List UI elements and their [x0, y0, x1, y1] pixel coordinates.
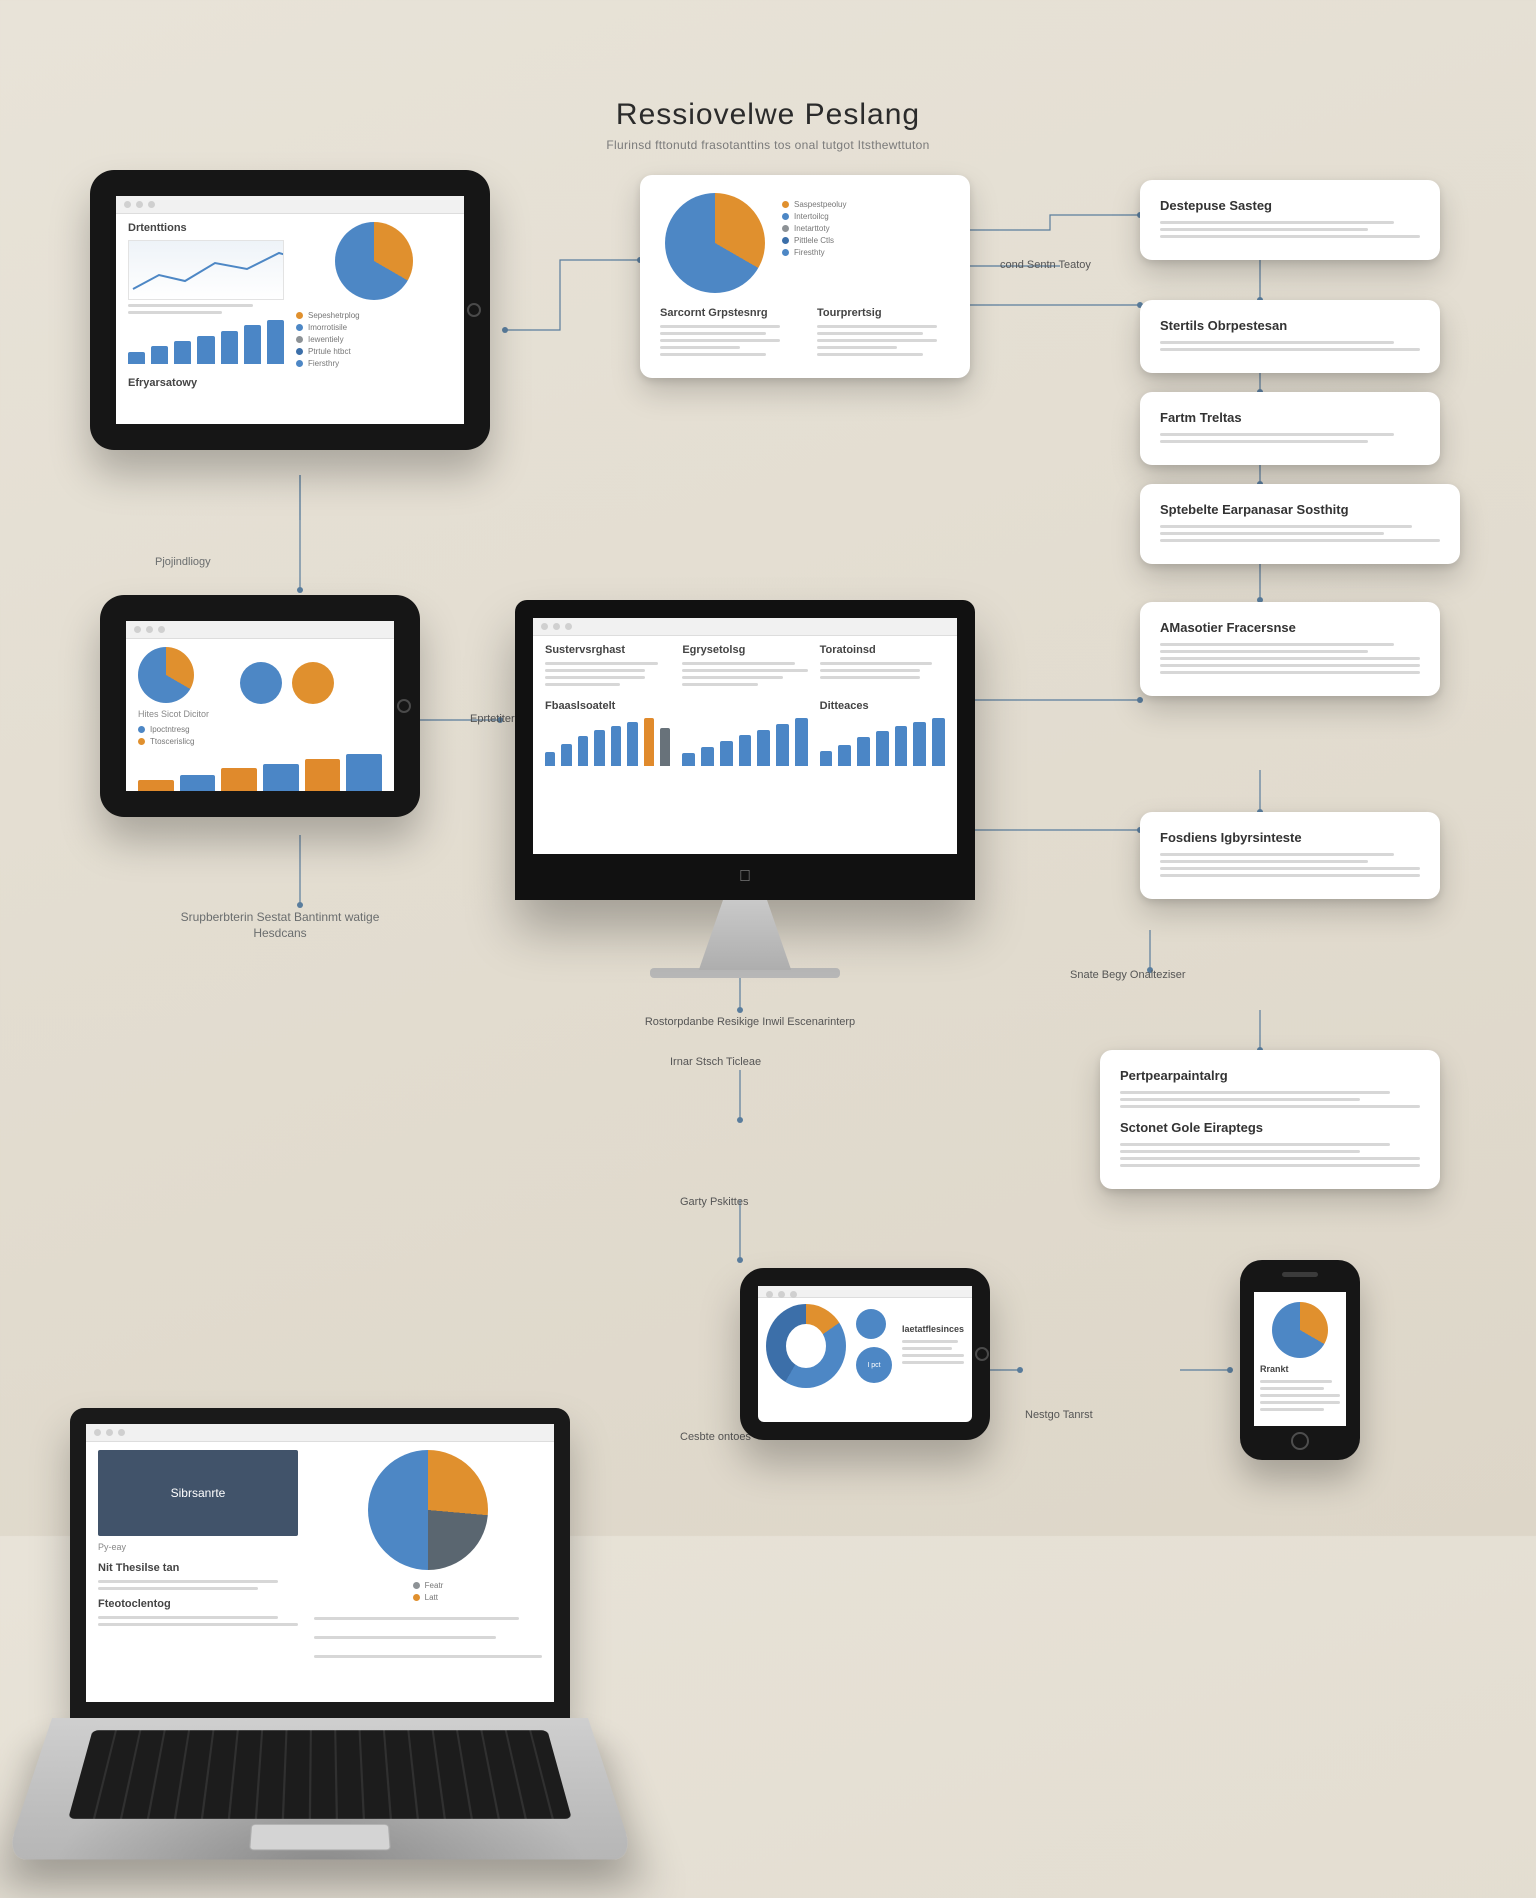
panel-title: Iaetatflesinces — [902, 1324, 964, 1334]
panel-title: Fbaaslsoatelt — [545, 700, 670, 712]
legend-item: Featr — [413, 1581, 444, 1590]
card-title: Fosdiens Igbyrsinteste — [1160, 830, 1420, 845]
legend-item: Imorrotisile — [296, 323, 360, 332]
dot-icon — [240, 662, 282, 704]
panel-title: Ditteaces — [820, 700, 945, 712]
callout-label: Snate Begy Onalteziser — [1070, 968, 1186, 982]
page-subtitle: Flurinsd fttonutd frasotanttins tos onal… — [0, 138, 1536, 152]
dot-icon — [856, 1309, 886, 1339]
dot-icon — [292, 662, 334, 704]
pie-icon — [665, 193, 765, 293]
legend-item: Inetarttoty — [782, 224, 846, 233]
device-imac: Sustervsrghast Egrysetolsg Toratoinsd Fb… — [515, 600, 975, 978]
page-header: Ressiovelwe Peslang Flurinsd fttonutd fr… — [0, 98, 1536, 152]
card-title: Destepuse Sasteg — [1160, 198, 1420, 213]
side-card: Destepuse Sasteg — [1140, 180, 1440, 260]
device-tablet-mid: Hites Sicot Dicitor Ipoctntresg Ttosceri… — [100, 595, 420, 817]
side-card: Sptebelte Earpanasar Sosthitg — [1140, 484, 1460, 564]
side-card: Fartm Treltas — [1140, 392, 1440, 465]
dot-icon: I pct — [856, 1347, 892, 1383]
card-title: AMasotier Fracersnse — [1160, 620, 1420, 635]
legend-item: Firesthty — [782, 248, 846, 257]
legend-item: Pittlele Ctls — [782, 236, 846, 245]
side-card: AMasotier Fracersnse — [1140, 602, 1440, 696]
callout-label: Pjojindliogy — [155, 555, 211, 569]
pie-icon — [368, 1450, 488, 1570]
callout-label: cond Sentn Teatoy — [1000, 258, 1091, 272]
legend-item: Ttoscerislicg — [138, 737, 382, 746]
legend-item: Fiersthry — [296, 359, 360, 368]
tablet1-left-title: Drtenttions — [128, 222, 284, 234]
panel-title: Hites Sicot Dicitor — [138, 709, 228, 719]
panel-title: Rrankt — [1260, 1364, 1340, 1374]
page-title: Ressiovelwe Peslang — [0, 98, 1536, 132]
panel-title: Fteotoclentog — [98, 1598, 298, 1610]
card-subtitle: Tourprertsig — [817, 307, 950, 319]
callout-label: Rostorpdanbe Resikige Inwil Escenarinter… — [610, 1015, 890, 1029]
apple-logo-icon:  — [739, 868, 751, 886]
panel-title: Nit Thesilse tan — [98, 1562, 298, 1574]
callout-label: Garty Pskittes — [680, 1195, 748, 1209]
pie-icon — [1272, 1302, 1328, 1358]
callout-label: Nestgo Tanrst — [1025, 1408, 1093, 1422]
legend-item: Sepeshetrplog — [296, 311, 360, 320]
legend-item: Intertoilcg — [782, 212, 846, 221]
tablet1-bottom-title: Efryarsatowy — [128, 377, 452, 389]
callout-label: Eprtetiter — [470, 712, 515, 726]
callout-label: Irnar Stsch Ticleae — [670, 1055, 761, 1069]
hero-title: Sibrsanrte — [171, 1486, 226, 1500]
device-tablet-top: Drtenttions Sepeshetrplog Imo — [90, 170, 490, 450]
pie-icon — [138, 647, 194, 703]
device-phone: Rrankt — [1240, 1260, 1360, 1460]
legend-item: Ptrtule htbct — [296, 347, 360, 356]
hero-tag: Py-eay — [98, 1542, 298, 1552]
card-pie-center: Saspestpeoluy Intertoilcg Inetarttoty Pi… — [640, 175, 970, 378]
legend-item: Iewentiely — [296, 335, 360, 344]
device-tablet-small: I pct Iaetatflesinces — [740, 1268, 990, 1440]
panel-title: Toratoinsd — [820, 644, 945, 656]
legend-item: Saspestpeoluy — [782, 200, 846, 209]
donut-icon — [766, 1304, 846, 1388]
card-title: Sptebelte Earpanasar Sosthitg — [1160, 502, 1440, 517]
legend-item: Ipoctntresg — [138, 725, 382, 734]
card-title: Sctonet Gole Eiraptegs — [1120, 1120, 1420, 1135]
card-title: Fartm Treltas — [1160, 410, 1420, 425]
side-card: Pertpearpaintalrg Sctonet Gole Eiraptegs — [1100, 1050, 1440, 1189]
panel-title: Sustervsrghast — [545, 644, 670, 656]
legend-item: Latt — [413, 1593, 444, 1602]
pie-icon — [335, 222, 413, 300]
device-laptop: Sibrsanrte Py-eay Nit Thesilse tan Fteot… — [70, 1408, 570, 1898]
card-title: Pertpearpaintalrg — [1120, 1068, 1420, 1083]
side-card: Stertils Obrpestesan — [1140, 300, 1440, 373]
card-subtitle: Sarcornt Grpstesnrg — [660, 307, 793, 319]
callout-label: Srupberbterin Sestat Bantinmt watige Hes… — [170, 910, 390, 941]
panel-title: Egrysetolsg — [682, 644, 807, 656]
card-title: Stertils Obrpestesan — [1160, 318, 1420, 333]
side-card: Fosdiens Igbyrsinteste — [1140, 812, 1440, 899]
